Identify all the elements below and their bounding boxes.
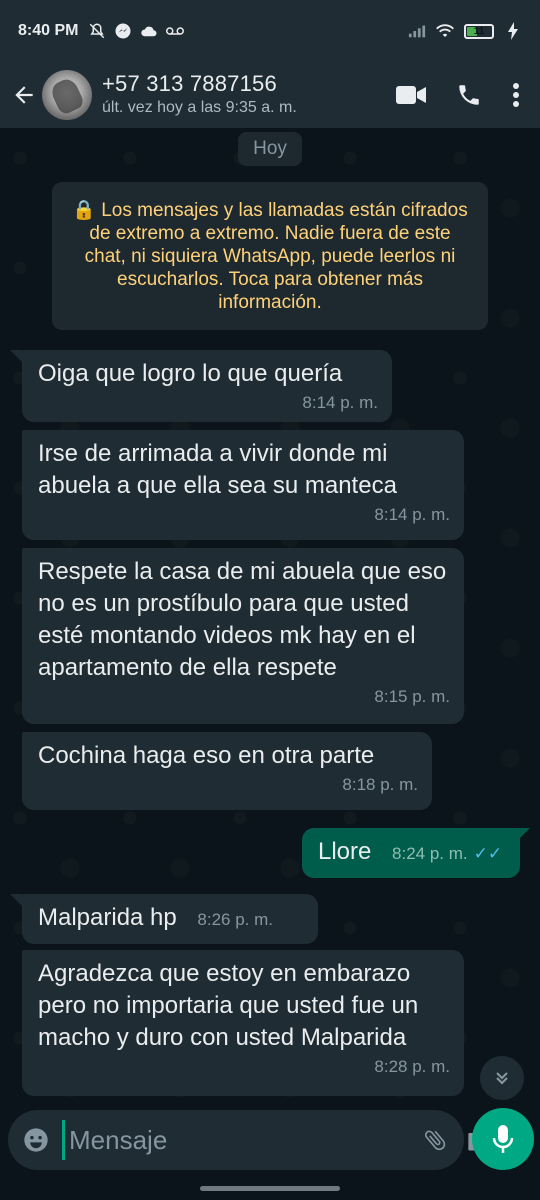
message-time: 8:28 p. m.: [374, 1057, 450, 1076]
message-text: Llore: [318, 838, 372, 865]
message-time: 8:14 p. m.: [302, 393, 378, 412]
message-time: 8:14 p. m.: [374, 505, 450, 524]
message-incoming[interactable]: Irse de arrimada a vivir donde mi abuela…: [22, 430, 464, 540]
message-time: 8:18 p. m.: [342, 775, 418, 794]
message-time: 8:24 p. m.: [392, 844, 468, 863]
scroll-down-icon[interactable]: [480, 1056, 524, 1100]
phone-icon[interactable]: [456, 82, 482, 108]
encryption-notice[interactable]: 🔒 Los mensajes y las llamadas están cifr…: [52, 182, 488, 330]
status-time: 8:40 PM: [18, 22, 79, 39]
mic-icon[interactable]: [472, 1108, 534, 1170]
gesture-nav-bar[interactable]: [200, 1186, 340, 1191]
mute-icon: [88, 22, 106, 40]
bubble-tail: [10, 894, 22, 906]
battery-level: 11: [473, 25, 485, 37]
status-bar: 8:40 PM 11: [0, 0, 540, 62]
message-incoming[interactable]: Respete la casa de mi abuela que eso no …: [22, 548, 464, 724]
contact-name: +57 313 7887156: [102, 71, 277, 96]
more-options-icon[interactable]: [512, 82, 520, 108]
messenger-icon: [114, 22, 132, 40]
message-input[interactable]: [62, 1120, 404, 1160]
message-text: Cochina haga eso en otra parte: [38, 742, 375, 769]
message-incoming[interactable]: Cochina haga eso en otra parte 8:18 p. m…: [22, 732, 432, 810]
read-ticks-icon: ✓✓: [473, 844, 503, 863]
message-text: Oiga que logro lo que quería: [38, 360, 343, 387]
last-seen: últ. vez hoy a las 9:35 a. m.: [102, 99, 297, 116]
chat-area[interactable]: Hoy 🔒 Los mensajes y las llamadas están …: [0, 128, 540, 1110]
voicemail-icon: [166, 22, 185, 40]
message-text: Irse de arrimada a vivir donde mi abuela…: [38, 440, 397, 499]
contact-info[interactable]: +57 313 7887156 últ. vez hoy a las 9:35 …: [102, 71, 396, 119]
attach-icon[interactable]: [422, 1123, 448, 1157]
message-input-bar: [8, 1110, 492, 1170]
emoji-icon[interactable]: [22, 1125, 50, 1155]
message-text: Malparida hp: [38, 904, 177, 931]
message-time: 8:15 p. m.: [374, 687, 450, 706]
message-incoming[interactable]: Agradezca que estoy en embarazo pero no …: [22, 950, 464, 1096]
cloud-icon: [140, 22, 158, 40]
bubble-tail: [10, 350, 22, 362]
video-call-icon[interactable]: [396, 84, 426, 106]
avatar[interactable]: [42, 70, 92, 120]
message-incoming[interactable]: Malparida hp 8:26 p. m.: [22, 894, 318, 944]
charging-icon: [504, 22, 522, 40]
message-incoming[interactable]: Oiga que logro lo que quería 8:14 p. m.: [22, 350, 392, 422]
date-chip: Hoy: [238, 132, 302, 166]
back-arrow-icon[interactable]: [8, 75, 40, 115]
wifi-icon: [436, 22, 454, 40]
message-outgoing[interactable]: Llore 8:24 p. m. ✓✓: [302, 828, 520, 878]
notification-icons: [88, 22, 185, 40]
message-meta: 8:24 p. m. ✓✓: [392, 843, 502, 865]
message-text: Respete la casa de mi abuela que eso no …: [38, 558, 447, 681]
message-text: Agradezca que estoy en embarazo pero no …: [38, 960, 419, 1051]
chat-header: +57 313 7887156 últ. vez hoy a las 9:35 …: [0, 62, 540, 128]
message-time: 8:26 p. m.: [197, 910, 274, 929]
signal-icon: [408, 22, 426, 40]
battery-icon: 11: [464, 23, 494, 39]
